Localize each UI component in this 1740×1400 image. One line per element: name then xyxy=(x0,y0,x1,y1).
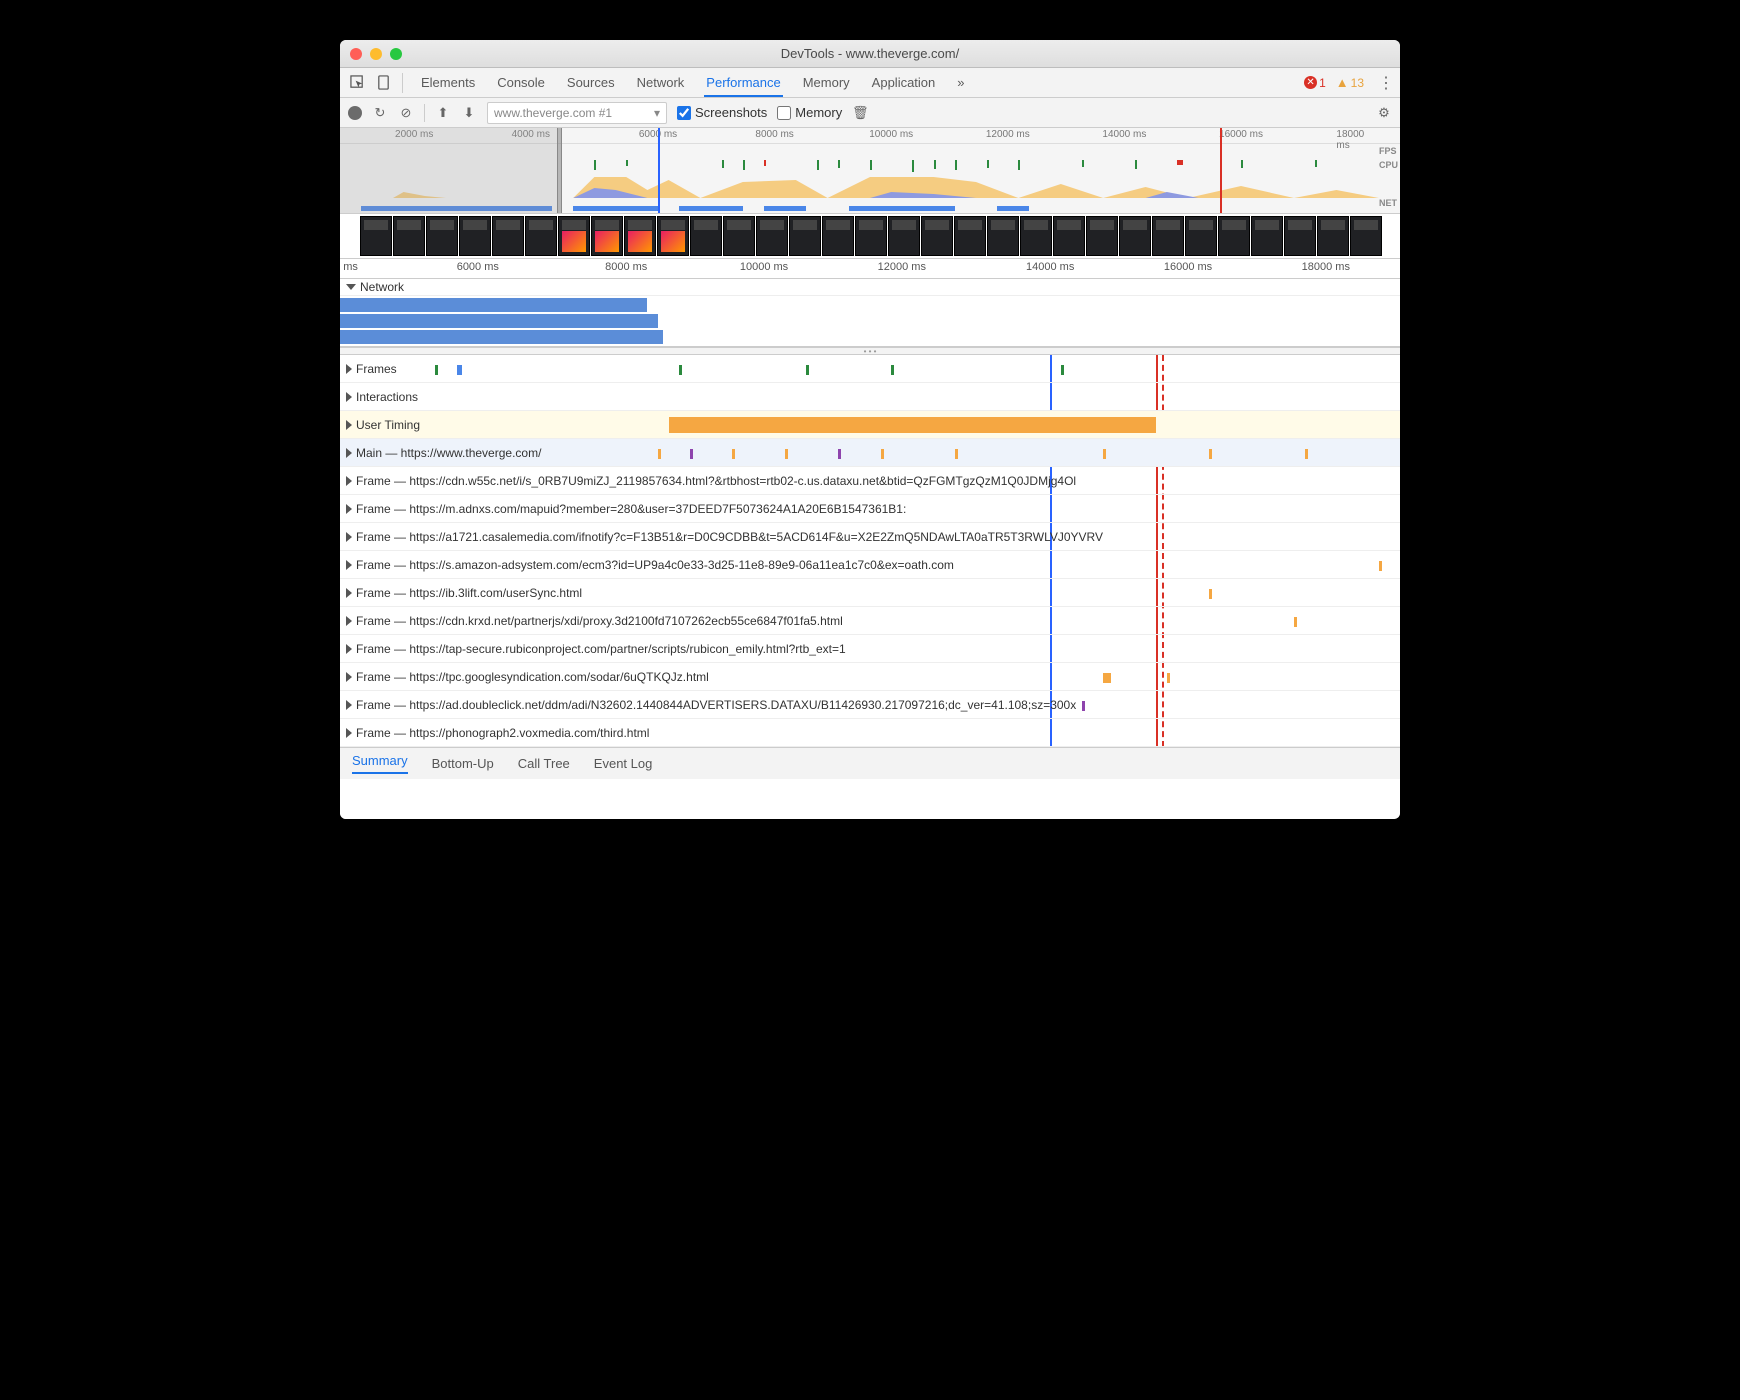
bottom-tabs: Summary Bottom-Up Call Tree Event Log xyxy=(340,747,1400,779)
perf-toolbar: ↻ ⊘ ⬆ ⬇ www.theverge.com #1▾ Screenshots… xyxy=(340,98,1400,128)
range-handle-left[interactable] xyxy=(557,128,562,213)
load-icon[interactable]: ⬆ xyxy=(435,105,451,121)
tab-performance[interactable]: Performance xyxy=(704,69,782,97)
frame-row[interactable]: Frame — https://m.adnxs.com/mapuid?membe… xyxy=(340,495,1400,523)
close-icon[interactable] xyxy=(350,48,362,60)
main-tabbar: Elements Console Sources Network Perform… xyxy=(340,68,1400,98)
devtools-window: DevTools - www.theverge.com/ Elements Co… xyxy=(340,40,1400,819)
marker-load xyxy=(658,128,660,213)
detail-ruler: ms 6000 ms 8000 ms 10000 ms 12000 ms 140… xyxy=(340,259,1400,279)
gc-icon[interactable]: 🗑 xyxy=(852,105,868,121)
panel-tabs: Elements Console Sources Network Perform… xyxy=(419,69,967,97)
frame-row[interactable]: Frame — https://a1721.casalemedia.com/if… xyxy=(340,523,1400,551)
frame-row[interactable]: Frame — https://cdn.krxd.net/partnerjs/x… xyxy=(340,607,1400,635)
menu-icon[interactable]: ⋮ xyxy=(1378,73,1394,93)
error-count[interactable]: ✕1 xyxy=(1304,76,1326,90)
window-title: DevTools - www.theverge.com/ xyxy=(340,46,1400,61)
network-header[interactable]: Network xyxy=(340,279,1400,296)
screenshots-checkbox[interactable]: Screenshots xyxy=(677,105,767,120)
filmstrip[interactable] xyxy=(340,214,1400,259)
record-button[interactable] xyxy=(348,106,362,120)
main-thread-row[interactable]: Main — https://www.theverge.com/ xyxy=(340,439,1400,467)
summary-body xyxy=(340,779,1400,819)
tab-event-log[interactable]: Event Log xyxy=(594,756,653,771)
device-icon[interactable] xyxy=(372,72,394,94)
marker-event xyxy=(1220,128,1222,213)
tab-summary[interactable]: Summary xyxy=(352,753,408,774)
frame-row[interactable]: Frame — https://ad.doubleclick.net/ddm/a… xyxy=(340,691,1400,719)
traffic-lights xyxy=(350,48,402,60)
zoom-icon[interactable] xyxy=(390,48,402,60)
flamechart[interactable]: Frames Interactions User Timing Main — h… xyxy=(340,355,1400,747)
frame-row[interactable]: Frame — https://s.amazon-adsystem.com/ec… xyxy=(340,551,1400,579)
frame-row[interactable]: Frame — https://tpc.googlesyndication.co… xyxy=(340,663,1400,691)
reload-icon[interactable]: ↻ xyxy=(372,105,388,121)
recording-select[interactable]: www.theverge.com #1▾ xyxy=(487,102,667,124)
user-timing-row[interactable]: User Timing xyxy=(340,411,1400,439)
titlebar[interactable]: DevTools - www.theverge.com/ xyxy=(340,40,1400,68)
frames-row[interactable]: Frames xyxy=(340,355,1400,383)
frame-row[interactable]: Frame — https://phonograph2.voxmedia.com… xyxy=(340,719,1400,747)
net-label: NET xyxy=(1379,196,1398,210)
tab-elements[interactable]: Elements xyxy=(419,69,477,96)
overview-pane[interactable]: 2000 ms 4000 ms 6000 ms 8000 ms 10000 ms… xyxy=(340,128,1400,214)
fps-label: FPS xyxy=(1379,144,1398,158)
tab-bottom-up[interactable]: Bottom-Up xyxy=(432,756,494,771)
inspect-icon[interactable] xyxy=(346,72,368,94)
interactions-row[interactable]: Interactions xyxy=(340,383,1400,411)
tab-application[interactable]: Application xyxy=(870,69,938,96)
settings-icon[interactable]: ⚙ xyxy=(1376,105,1392,121)
tab-call-tree[interactable]: Call Tree xyxy=(518,756,570,771)
tab-overflow[interactable]: » xyxy=(955,69,966,96)
network-section: Network xyxy=(340,279,1400,347)
memory-checkbox[interactable]: Memory xyxy=(777,105,842,120)
tab-sources[interactable]: Sources xyxy=(565,69,617,96)
tab-memory[interactable]: Memory xyxy=(801,69,852,96)
divider[interactable]: • • • xyxy=(340,347,1400,355)
frame-row[interactable]: Frame — https://tap-secure.rubiconprojec… xyxy=(340,635,1400,663)
warning-count[interactable]: ▲13 xyxy=(1336,75,1364,90)
minimize-icon[interactable] xyxy=(370,48,382,60)
frame-row[interactable]: Frame — https://ib.3lift.com/userSync.ht… xyxy=(340,579,1400,607)
frame-row[interactable]: Frame — https://cdn.w55c.net/i/s_0RB7U9m… xyxy=(340,467,1400,495)
tab-console[interactable]: Console xyxy=(495,69,547,96)
save-icon[interactable]: ⬇ xyxy=(461,105,477,121)
tab-network[interactable]: Network xyxy=(635,69,687,96)
clear-icon[interactable]: ⊘ xyxy=(398,105,414,121)
cpu-label: CPU xyxy=(1379,158,1398,172)
